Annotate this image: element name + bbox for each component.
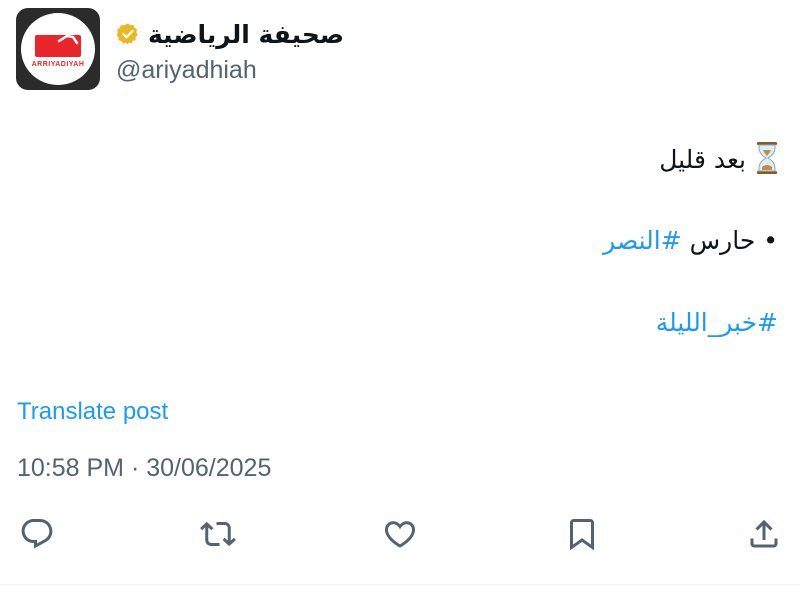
post-line-1-text: بعد قليل [659, 145, 746, 174]
repost-icon [200, 521, 236, 547]
reply-icon [21, 519, 53, 549]
avatar[interactable]: ARRIYADIYAH [16, 8, 100, 90]
post-line-2-prefix: • حارس [681, 226, 778, 255]
avatar-brand-text: ARRIYADIYAH [31, 61, 85, 68]
user-handle[interactable]: @ariyadhiah [116, 56, 257, 85]
bookmark-icon [570, 519, 594, 551]
post-header: ARRIYADIYAH صحيفة الرياضية @ariyadhiah [16, 8, 716, 92]
repost-button[interactable] [194, 510, 242, 558]
share-button[interactable] [740, 510, 788, 558]
post-line-3: #خبر_الليلة [656, 308, 778, 337]
verified-badge-icon[interactable] [116, 22, 140, 46]
hashtag-link[interactable]: #خبر_الليلة [656, 308, 778, 337]
action-bar [0, 510, 800, 560]
heart-icon [384, 521, 416, 548]
like-button[interactable] [376, 510, 424, 558]
display-name[interactable]: صحيفة الرياضية [148, 20, 344, 49]
reply-button[interactable] [13, 510, 61, 558]
avatar-logo: ARRIYADIYAH [21, 13, 95, 85]
name-row: صحيفة الرياضية [116, 14, 344, 54]
logo-figure-icon [57, 28, 79, 45]
share-icon [750, 519, 778, 548]
hashtag-link[interactable]: #النصر [603, 226, 682, 255]
bookmark-button[interactable] [558, 510, 606, 558]
hourglass-icon [757, 142, 777, 174]
post-timestamp[interactable]: 10:58 PM · 30/06/2025 [17, 454, 271, 483]
post-line-1: بعد قليل [659, 142, 778, 174]
translate-post-link[interactable]: Translate post [17, 398, 168, 426]
post-line-2: • حارس #النصر [603, 226, 778, 255]
bottom-divider [0, 584, 800, 585]
